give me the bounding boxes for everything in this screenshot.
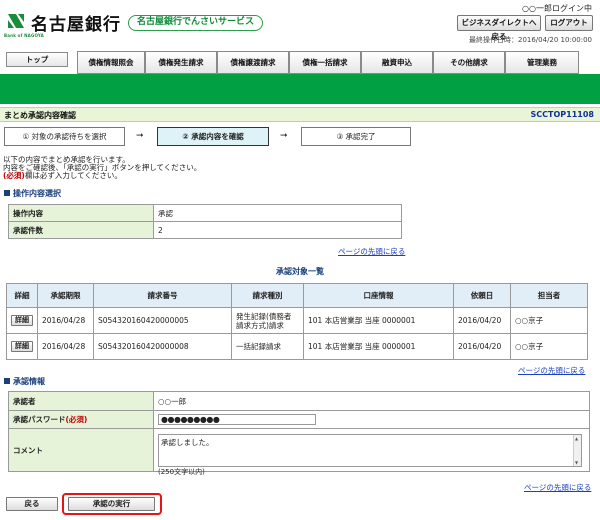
screen-id: SCCTOP11108 [530,110,594,119]
deadline-cell: 2016/04/28 [37,333,94,360]
execute-button-highlight: 承認の実行 [62,493,162,515]
password-cell: ●●●●●●●●● [153,410,590,429]
tab-claim-issue[interactable]: 債権発生請求 [145,51,217,74]
request-date-cell: 2016/04/20 [453,307,511,334]
comment-cell: 承認しました。 ▲ ▼ [153,428,590,472]
step-select-pending: ① 対象の承認待ちを選択 [4,127,125,146]
table-row: 詳細 2016/04/28 S054320160420000008 一括記録請求… [6,333,588,360]
column-header: 担当者 [510,283,588,308]
approval-target-table: 詳細 承認期限 請求番号 請求種別 口座情報 依頼日 担当者 詳細 2016/0… [6,283,588,360]
user-login-status: ○○一郎ログイン中 [522,4,592,13]
brand-band [0,74,600,104]
step-arrow-icon: ➞ [136,131,144,141]
main-nav: トップ 債権情報照会 債権発生請求 債権譲渡請求 債権一括請求 融資申込 その他… [0,51,600,74]
password-label: 承認パスワード(必須) [8,410,154,429]
square-bullet-icon [4,190,10,196]
instruction-line: (必須)欄は必ず入力してください。 [3,172,201,180]
approval-count-value: 2 [153,221,402,239]
section-title: 操作内容選択 [13,189,61,198]
page-title-bar: まとめ承認内容確認 SCCTOP11108 [0,107,600,122]
detail-button[interactable]: 詳細 [11,341,33,352]
column-header: 口座情報 [303,283,454,308]
column-header: 承認期限 [37,283,94,308]
table-row: 詳細 2016/04/28 S054320160420000005 発生記録(債… [6,307,588,334]
operation-content-label: 操作内容 [8,204,154,222]
tab-loan-application[interactable]: 融資申込 [361,51,433,74]
required-mark: (必須) [3,171,25,180]
page-top-link[interactable]: ページの先頭に戻る [524,482,591,493]
logout-button[interactable]: ログアウト [545,15,593,31]
service-name-badge: 名古屋銀行でんさいサービス [128,15,264,31]
nav-top-button[interactable]: トップ [6,52,68,67]
approval-target-list-title: 承認対象一覧 [276,267,324,276]
request-type-line: 請求方式)請求 [236,320,284,330]
scroll-up-icon[interactable]: ▲ [575,436,578,441]
scroll-down-icon[interactable]: ▼ [575,460,578,465]
square-bullet-icon [4,378,10,384]
business-direct-return-button[interactable]: ビジネスダイレクトへ戻る [457,15,541,41]
approval-count-label: 承認件数 [8,221,154,239]
approver-value: ○○一郎 [153,391,590,411]
comment-limit-note: (250文字以内) [158,468,205,476]
instruction-text: 欄は必ず入力してください。 [24,171,122,180]
tab-management[interactable]: 管理業務 [505,51,579,74]
tab-other-requests[interactable]: その他請求 [433,51,505,74]
bank-logo-icon [6,11,26,31]
detail-button[interactable]: 詳細 [11,315,33,326]
comment-text: 承認しました。 [161,438,214,447]
page-title: まとめ承認内容確認 [4,111,76,120]
comment-label: コメント [8,428,154,472]
required-mark: (必須) [65,415,88,424]
operation-content-value: 承認 [153,204,402,222]
approval-password-field[interactable]: ●●●●●●●●● [158,414,316,425]
request-type-cell: 発生記録(債務者 請求方式)請求 [231,307,304,334]
back-button[interactable]: 戻る [6,497,58,511]
column-header: 詳細 [6,283,38,308]
section-heading-operation: 操作内容選択 [4,188,61,199]
section-heading-approval: 承認情報 [4,376,45,387]
tab-claim-inquiry[interactable]: 債権情報照会 [77,51,145,74]
deadline-cell: 2016/04/28 [37,307,94,334]
instructions: 以下の内容でまとめ承認を行います。 内容をご確認後、「承認の実行」ボタンを押して… [3,156,201,180]
comment-scrollbar[interactable]: ▲ ▼ [573,435,581,466]
comment-textarea[interactable]: 承認しました。 ▲ ▼ [158,434,582,467]
page-top-link[interactable]: ページの先頭に戻る [518,365,585,376]
last-operation-time: 最終操作日時：2016/04/20 10:00:00 [468,36,592,44]
column-header: 請求種別 [231,283,304,308]
execute-approval-button[interactable]: 承認の実行 [68,497,155,511]
step-approval-complete: ③ 承認完了 [301,127,411,146]
person-in-charge-cell: ○○京子 [510,307,588,334]
detail-cell: 詳細 [6,307,38,334]
account-cell: 101 本店営業部 当座 0000001 [303,333,454,360]
detail-cell: 詳細 [6,333,38,360]
column-header: 請求番号 [93,283,232,308]
person-in-charge-cell: ○○京子 [510,333,588,360]
tab-claim-transfer[interactable]: 債権譲渡請求 [217,51,289,74]
app-header: Bank of NAGOYA 名古屋銀行 名古屋銀行でんさいサービス ○○一郎ロ… [0,0,600,46]
operation-table: 操作内容 承認 承認件数 2 [8,204,402,239]
password-label-text: 承認パスワード [13,415,66,424]
request-number-cell: S054320160420000005 [93,307,232,334]
approval-info-table: 承認者 ○○一郎 承認パスワード(必須) ●●●●●●●●● コメント 承認しま… [8,391,590,472]
step-arrow-icon: ➞ [280,131,288,141]
approver-label: 承認者 [8,391,154,411]
bank-name: 名古屋銀行 [31,15,121,35]
account-cell: 101 本店営業部 当座 0000001 [303,307,454,334]
step-confirm-content: ② 承認内容を確認 [157,127,269,146]
tab-bulk-request[interactable]: 債権一括請求 [289,51,361,74]
request-number-cell: S054320160420000008 [93,333,232,360]
request-type-line: 発生記録(債務者 [236,311,292,321]
request-type-cell: 一括記録請求 [231,333,304,360]
request-date-cell: 2016/04/20 [453,333,511,360]
column-header: 依頼日 [453,283,511,308]
page-top-link[interactable]: ページの先頭に戻る [338,246,405,257]
section-title: 承認情報 [13,377,45,386]
